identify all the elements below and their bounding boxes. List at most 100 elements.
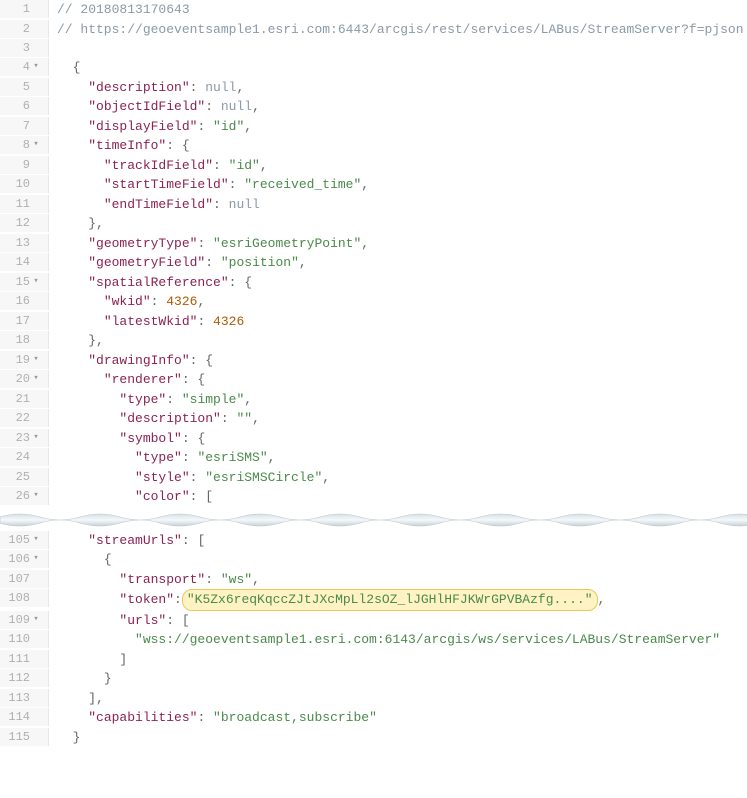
code-content[interactable]: "style": "esriSMSCircle", [49,468,747,488]
token: { [104,552,112,567]
fold-toggle-icon[interactable]: ▾ [30,431,42,445]
code-line[interactable]: 109▾ "urls": [ [0,611,747,631]
code-line[interactable]: 16 "wkid": 4326, [0,292,747,312]
code-content[interactable]: "type": "simple", [49,390,747,410]
code-content[interactable]: ] [49,650,747,670]
code-line[interactable]: 113 ], [0,689,747,709]
code-line[interactable]: 107 "transport": "ws", [0,570,747,590]
code-content[interactable]: "trackIdField": "id", [49,156,747,176]
code-line[interactable]: 25 "style": "esriSMSCircle", [0,468,747,488]
code-line[interactable]: 3 [0,39,747,58]
code-line[interactable]: 9 "trackIdField": "id", [0,156,747,176]
code-content[interactable]: "renderer": { [49,370,747,390]
code-editor[interactable]: 1// 201808131706432// https://geoeventsa… [0,0,747,747]
gutter: 24 [0,448,49,466]
code-line[interactable]: 115 } [0,728,747,748]
token: "capabilities" [88,710,197,725]
code-content[interactable]: "description": null, [49,78,747,98]
code-line[interactable]: 6 "objectIdField": null, [0,97,747,117]
code-content[interactable]: "urls": [ [49,611,747,631]
code-content[interactable]: { [49,550,747,570]
code-content[interactable]: "spatialReference": { [49,273,747,293]
code-content[interactable]: "objectIdField": null, [49,97,747,117]
gutter: 110 [0,630,49,648]
code-line[interactable]: 8▾ "timeInfo": { [0,136,747,156]
code-line[interactable]: 1// 20180813170643 [0,0,747,20]
code-line[interactable]: 20▾ "renderer": { [0,370,747,390]
code-content[interactable]: "wss://geoeventsample1.esri.com:6143/arc… [49,630,747,650]
fold-toggle-icon[interactable]: ▾ [30,489,42,503]
code-line[interactable]: 5 "description": null, [0,78,747,98]
code-content[interactable]: // https://geoeventsample1.esri.com:6443… [49,20,747,40]
token: "symbol" [119,431,181,446]
code-line[interactable]: 110 "wss://geoeventsample1.esri.com:6143… [0,630,747,650]
token: : [ [190,489,213,504]
code-content[interactable]: "wkid": 4326, [49,292,747,312]
code-line[interactable]: 108 "token":"K5Zx6reqKqccZJtJXcMpLl2sOZ_… [0,589,747,611]
code-content[interactable]: } [49,669,747,689]
code-content[interactable]: "drawingInfo": { [49,351,747,371]
code-line[interactable]: 21 "type": "simple", [0,390,747,410]
line-number: 115 [4,728,30,746]
code-content[interactable]: "symbol": { [49,429,747,449]
code-line[interactable]: 105▾ "streamUrls": [ [0,531,747,551]
code-line[interactable]: 18 }, [0,331,747,351]
code-content[interactable]: "geometryField": "position", [49,253,747,273]
code-line[interactable]: 112 } [0,669,747,689]
token: "type" [135,450,182,465]
fold-toggle-icon[interactable]: ▾ [30,353,42,367]
code-line[interactable]: 2// https://geoeventsample1.esri.com:644… [0,20,747,40]
code-line[interactable]: 106▾ { [0,550,747,570]
code-content[interactable]: "streamUrls": [ [49,531,747,551]
code-content[interactable]: "color": [ [49,487,747,507]
code-content[interactable]: "type": "esriSMS", [49,448,747,468]
code-line[interactable]: 17 "latestWkid": 4326 [0,312,747,332]
code-content[interactable]: "endTimeField": null [49,195,747,215]
token: , [598,592,606,607]
token: "drawingInfo" [88,353,189,368]
code-line[interactable]: 23▾ "symbol": { [0,429,747,449]
code-content[interactable]: "description": "", [49,409,747,429]
code-content[interactable]: "latestWkid": 4326 [49,312,747,332]
code-content[interactable]: "timeInfo": { [49,136,747,156]
code-content[interactable]: "capabilities": "broadcast,subscribe" [49,708,747,728]
code-line[interactable]: 24 "type": "esriSMS", [0,448,747,468]
token: : [205,99,221,114]
code-content[interactable]: "transport": "ws", [49,570,747,590]
code-line[interactable]: 10 "startTimeField": "received_time", [0,175,747,195]
gutter: 1 [0,0,49,18]
code-content[interactable]: } [49,728,747,748]
fold-toggle-icon[interactable]: ▾ [30,533,42,547]
code-content[interactable]: // 20180813170643 [49,0,747,20]
code-line[interactable]: 114 "capabilities": "broadcast,subscribe… [0,708,747,728]
fold-toggle-icon[interactable]: ▾ [30,613,42,627]
code-line[interactable]: 7 "displayField": "id", [0,117,747,137]
code-content[interactable]: "geometryType": "esriGeometryPoint", [49,234,747,254]
fold-toggle-icon[interactable]: ▾ [30,60,42,74]
code-content[interactable]: ], [49,689,747,709]
code-content[interactable]: }, [49,214,747,234]
code-content[interactable]: }, [49,331,747,351]
code-line[interactable]: 26▾ "color": [ [0,487,747,507]
code-content[interactable]: { [49,58,747,78]
code-line[interactable]: 14 "geometryField": "position", [0,253,747,273]
fold-toggle-icon[interactable]: ▾ [30,275,42,289]
code-line[interactable]: 13 "geometryType": "esriGeometryPoint", [0,234,747,254]
code-content[interactable]: "startTimeField": "received_time", [49,175,747,195]
code-content[interactable]: "token":"K5Zx6reqKqccZJtJXcMpLl2sOZ_lJGH… [49,589,747,611]
token: "timeInfo" [88,138,166,153]
fold-toggle-icon[interactable]: ▾ [30,552,42,566]
code-line[interactable]: 12 }, [0,214,747,234]
fold-toggle-icon[interactable]: ▾ [30,372,42,386]
gutter: 12 [0,214,49,232]
token: : [229,177,245,192]
code-line[interactable]: 22 "description": "", [0,409,747,429]
code-line[interactable]: 19▾ "drawingInfo": { [0,351,747,371]
fold-toggle-icon[interactable]: ▾ [30,138,42,152]
gutter: 10 [0,175,49,193]
code-line[interactable]: 111 ] [0,650,747,670]
code-content[interactable]: "displayField": "id", [49,117,747,137]
code-line[interactable]: 4▾ { [0,58,747,78]
code-line[interactable]: 11 "endTimeField": null [0,195,747,215]
code-line[interactable]: 15▾ "spatialReference": { [0,273,747,293]
